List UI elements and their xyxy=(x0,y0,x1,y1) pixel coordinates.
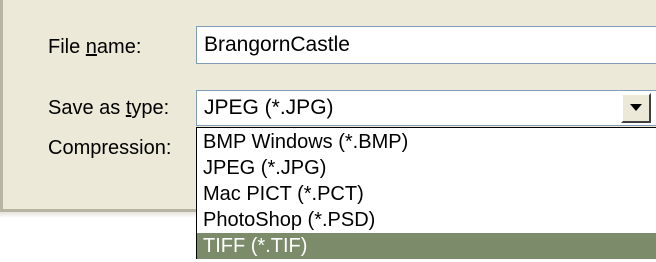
dropdown-arrow-button[interactable] xyxy=(621,93,651,123)
save-as-type-label: Save as type: xyxy=(48,96,169,120)
file-name-input[interactable]: BrangornCastle xyxy=(196,26,656,64)
save-as-type-value: JPEG (*.JPG) xyxy=(204,96,334,119)
save-dialog-crop: File name: BrangornCastle Save as type: … xyxy=(0,0,656,262)
compression-label: Compression: xyxy=(48,137,172,159)
save-as-type-label-pre: Save as xyxy=(48,97,126,119)
file-name-value: BrangornCastle xyxy=(204,33,350,56)
dropdown-option-psd[interactable]: PhotoShop (*.PSD) xyxy=(197,207,656,233)
save-as-type-label-post: ype: xyxy=(131,97,170,119)
file-type-dropdown-list[interactable]: BMP Windows (*.BMP) JPEG (*.JPG) Mac PIC… xyxy=(196,127,656,259)
save-as-type-select[interactable]: JPEG (*.JPG) xyxy=(196,90,656,126)
dropdown-option-bmp[interactable]: BMP Windows (*.BMP) xyxy=(197,129,656,155)
dropdown-option-pict[interactable]: Mac PICT (*.PCT) xyxy=(197,181,656,207)
dropdown-option-jpeg[interactable]: JPEG (*.JPG) xyxy=(197,155,656,181)
file-name-label-accel: n xyxy=(85,36,97,58)
file-name-label: File name: xyxy=(48,35,141,59)
chevron-down-icon xyxy=(630,104,642,111)
file-name-label-post: ame: xyxy=(96,36,142,58)
dropdown-option-tiff[interactable]: TIFF (*.TIF) xyxy=(197,233,656,259)
file-name-label-pre: File xyxy=(48,36,86,58)
